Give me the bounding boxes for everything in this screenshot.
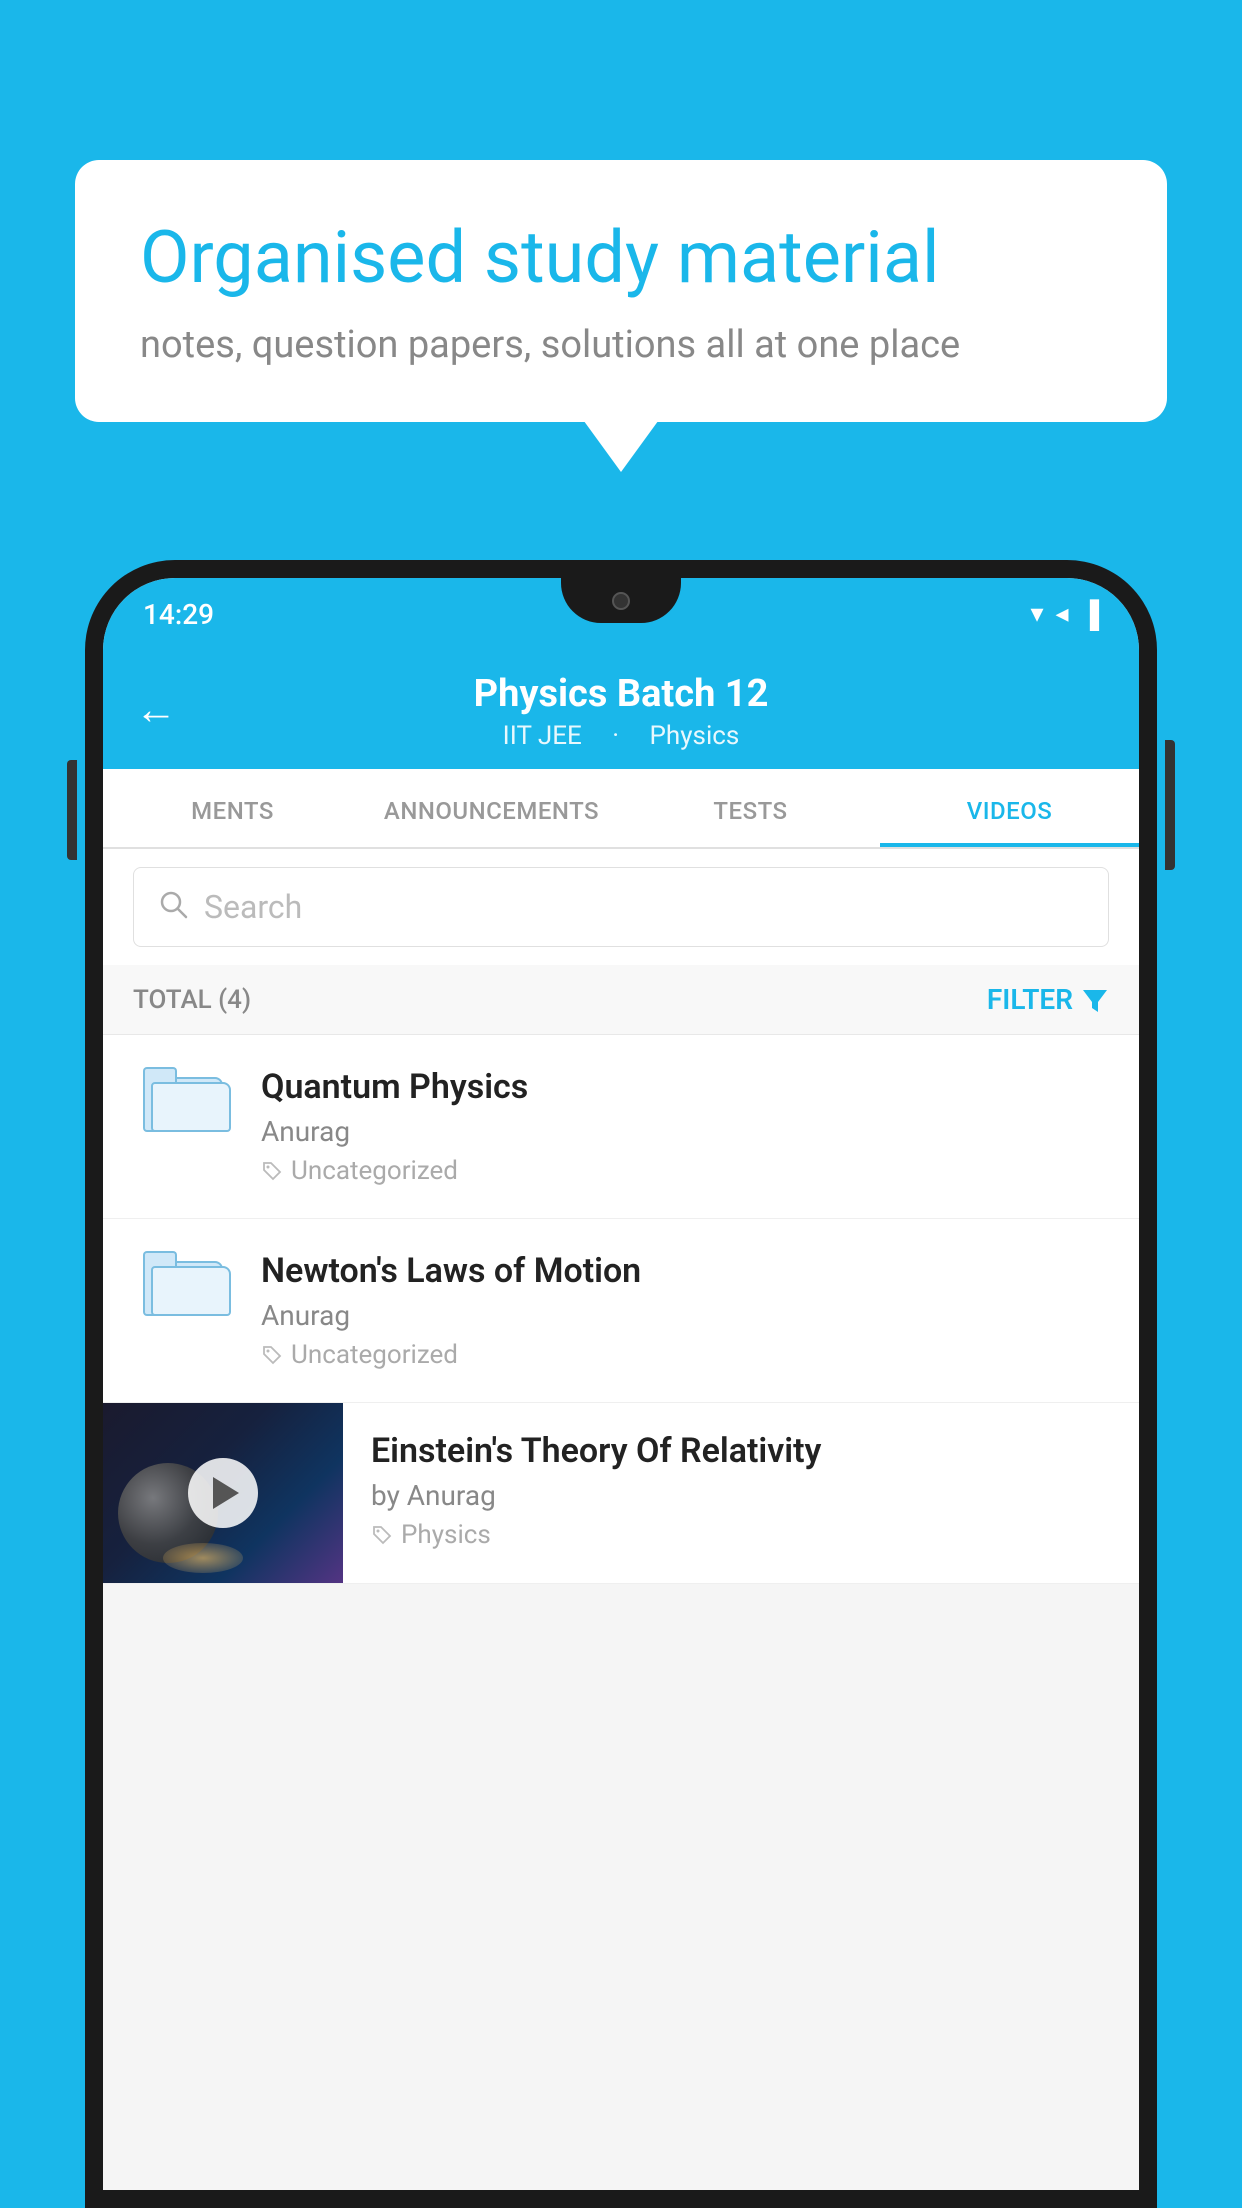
video-author-1: Anurag bbox=[261, 1115, 1109, 1148]
folder-icon bbox=[143, 1067, 223, 1132]
filter-icon bbox=[1081, 986, 1109, 1014]
phone-screen: 14:29 ▾ ◂ ▐ ← Physics Batch 12 IIT JEE ·… bbox=[103, 578, 1139, 2190]
list-item[interactable]: Newton's Laws of Motion Anurag Uncategor… bbox=[103, 1219, 1139, 1403]
folder-icon bbox=[143, 1251, 223, 1316]
video-list: Quantum Physics Anurag Uncategorized bbox=[103, 1035, 1139, 1584]
header-subtitle: IIT JEE · Physics bbox=[143, 721, 1099, 751]
phone-frame: 14:29 ▾ ◂ ▐ ← Physics Batch 12 IIT JEE ·… bbox=[85, 560, 1157, 2208]
battery-icon: ▐ bbox=[1081, 599, 1099, 630]
status-bar: 14:29 ▾ ◂ ▐ bbox=[103, 578, 1139, 650]
status-time: 14:29 bbox=[143, 598, 214, 631]
phone-notch bbox=[561, 578, 681, 623]
list-item[interactable]: Quantum Physics Anurag Uncategorized bbox=[103, 1035, 1139, 1219]
tag-icon bbox=[261, 1160, 283, 1182]
video-info-3: Einstein's Theory Of Relativity by Anura… bbox=[343, 1403, 1139, 1578]
tag-icon bbox=[371, 1524, 393, 1546]
speech-bubble: Organised study material notes, question… bbox=[75, 160, 1167, 422]
camera bbox=[612, 592, 630, 610]
play-button[interactable] bbox=[188, 1458, 258, 1528]
bubble-subtitle: notes, question papers, solutions all at… bbox=[140, 323, 1102, 367]
glow-graphic bbox=[163, 1543, 243, 1573]
video-tag-2: Uncategorized bbox=[261, 1340, 1109, 1370]
tag-icon bbox=[261, 1344, 283, 1366]
phone-side-btn-right bbox=[1165, 740, 1175, 870]
total-count: TOTAL (4) bbox=[133, 985, 251, 1015]
filter-row: TOTAL (4) FILTER bbox=[103, 965, 1139, 1035]
back-button[interactable]: ← bbox=[135, 685, 177, 734]
search-bar-container: Search bbox=[103, 849, 1139, 965]
filter-button[interactable]: FILTER bbox=[987, 983, 1109, 1016]
video-tag-3: Physics bbox=[371, 1520, 1111, 1550]
play-icon bbox=[213, 1477, 239, 1509]
bubble-title: Organised study material bbox=[140, 215, 1102, 301]
header-subtitle-part1: IIT JEE bbox=[503, 721, 582, 751]
wifi-icon: ▾ bbox=[1030, 599, 1043, 629]
header-subtitle-separator: · bbox=[612, 721, 619, 751]
header-title: Physics Batch 12 bbox=[143, 672, 1099, 716]
search-icon bbox=[158, 886, 188, 928]
tab-bar: MENTS ANNOUNCEMENTS TESTS VIDEOS bbox=[103, 769, 1139, 849]
video-title-1: Quantum Physics bbox=[261, 1067, 1109, 1107]
tab-videos[interactable]: VIDEOS bbox=[880, 769, 1139, 847]
search-input-wrap[interactable]: Search bbox=[133, 867, 1109, 947]
header-subtitle-part2: Physics bbox=[650, 721, 740, 751]
video-title-2: Newton's Laws of Motion bbox=[261, 1251, 1109, 1291]
search-input[interactable]: Search bbox=[204, 888, 302, 926]
tab-ments[interactable]: MENTS bbox=[103, 769, 362, 847]
video-title-3: Einstein's Theory Of Relativity bbox=[371, 1431, 1111, 1471]
video-info-1: Quantum Physics Anurag Uncategorized bbox=[261, 1067, 1109, 1186]
signal-icon: ◂ bbox=[1056, 599, 1069, 629]
video-thumbnail-3 bbox=[103, 1403, 343, 1583]
video-author-2: Anurag bbox=[261, 1299, 1109, 1332]
video-icon-1 bbox=[133, 1067, 233, 1132]
tab-announcements[interactable]: ANNOUNCEMENTS bbox=[362, 769, 621, 847]
video-icon-2 bbox=[133, 1251, 233, 1316]
video-author-3: by Anurag bbox=[371, 1479, 1111, 1512]
video-info-2: Newton's Laws of Motion Anurag Uncategor… bbox=[261, 1251, 1109, 1370]
list-item[interactable]: Einstein's Theory Of Relativity by Anura… bbox=[103, 1403, 1139, 1584]
tab-tests[interactable]: TESTS bbox=[621, 769, 880, 847]
phone-side-btn-left bbox=[67, 760, 77, 860]
video-tag-1: Uncategorized bbox=[261, 1156, 1109, 1186]
status-icons: ▾ ◂ ▐ bbox=[1030, 599, 1099, 630]
filter-label: FILTER bbox=[987, 983, 1073, 1016]
app-header: ← Physics Batch 12 IIT JEE · Physics bbox=[103, 650, 1139, 769]
